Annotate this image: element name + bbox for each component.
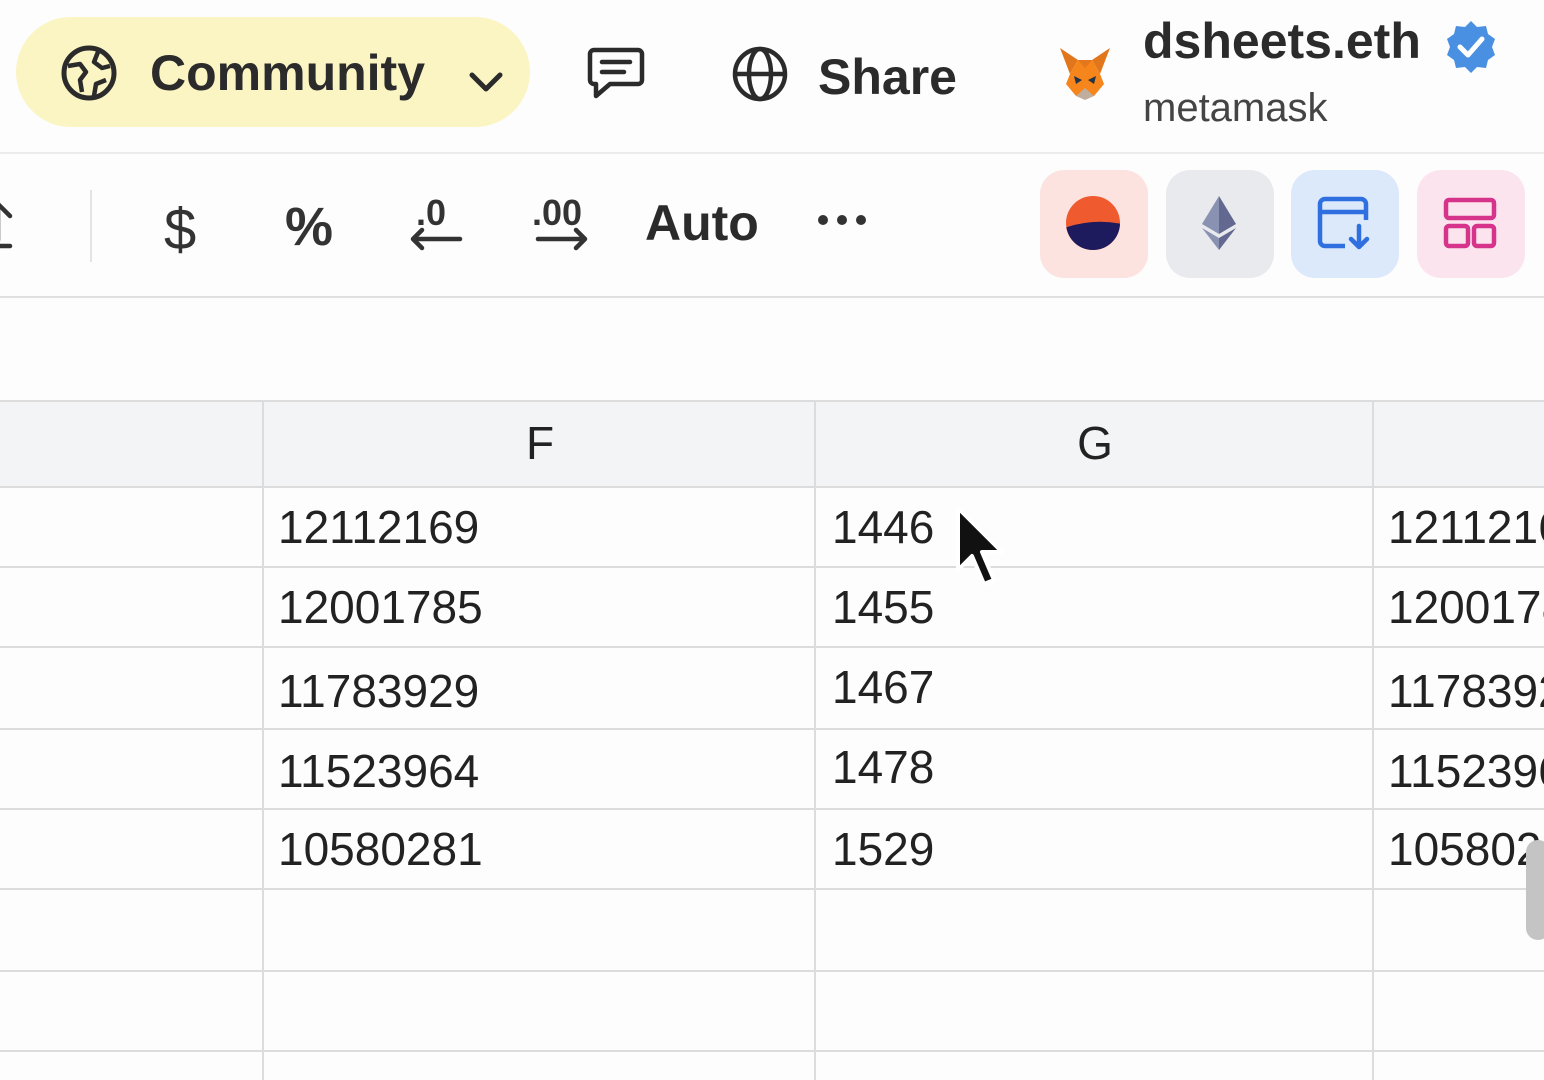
ens-name[interactable]: dsheets.eth xyxy=(1143,12,1421,70)
cell-h4[interactable]: 11523964 xyxy=(1388,744,1544,798)
verified-badge-icon xyxy=(1447,21,1495,73)
chevron-down-icon xyxy=(469,72,503,92)
row-divider xyxy=(0,728,1544,730)
cell-f1[interactable]: 12112169 xyxy=(278,500,479,554)
row-divider xyxy=(0,808,1544,810)
top-bar: Community Share dsheets.eth metamask xyxy=(0,0,1544,154)
comment-icon[interactable] xyxy=(586,44,646,100)
row-divider xyxy=(0,888,1544,890)
number-format-dropdown[interactable]: Auto xyxy=(645,194,759,252)
cell-g4[interactable]: 1478 xyxy=(832,740,934,794)
cell-f5[interactable]: 10580281 xyxy=(278,822,483,876)
cell-g2[interactable]: 1455 xyxy=(832,580,934,634)
app-button-calendar[interactable] xyxy=(1291,170,1399,278)
column-header-f[interactable]: F xyxy=(264,416,816,470)
row-divider xyxy=(0,1050,1544,1052)
format-toolbar: $ % .0 .00 Auto xyxy=(0,154,1544,298)
workspace-selector[interactable]: Community xyxy=(16,17,530,127)
globe-icon xyxy=(61,45,117,101)
spreadsheet-grid: F G 12112169 1446 12112169 12001785 1455… xyxy=(0,400,1544,1080)
cell-f2[interactable]: 12001785 xyxy=(278,580,483,634)
percent-format-button[interactable]: % xyxy=(285,196,333,258)
globe-icon xyxy=(732,46,788,102)
row-divider xyxy=(0,970,1544,972)
vertical-scrollbar[interactable] xyxy=(1526,840,1544,940)
app-button-ethereum[interactable] xyxy=(1166,170,1274,278)
cell-h2[interactable]: 12001785 xyxy=(1388,580,1544,634)
share-label: Share xyxy=(818,49,957,105)
increase-decimal-button[interactable]: .00 xyxy=(532,192,592,254)
app-button-layout[interactable] xyxy=(1417,170,1525,278)
calendar-download-icon xyxy=(1317,196,1370,250)
upload-icon[interactable] xyxy=(0,200,20,252)
column-divider xyxy=(814,400,816,1080)
wallet-name: metamask xyxy=(1143,86,1328,130)
column-divider xyxy=(1372,400,1374,1080)
metamask-fox-icon[interactable] xyxy=(1056,44,1114,100)
cell-f3[interactable]: 11783929 xyxy=(278,664,479,718)
column-divider xyxy=(262,400,264,1080)
row-divider xyxy=(0,566,1544,568)
cell-h3[interactable]: 11783929 xyxy=(1388,664,1544,718)
cell-g3[interactable]: 1467 xyxy=(832,660,934,714)
cell-g1[interactable]: 1446 xyxy=(832,500,934,554)
arrow-right-icon xyxy=(535,227,588,251)
workspace-label: Community xyxy=(150,45,425,101)
arrow-left-icon xyxy=(410,227,463,251)
row-divider xyxy=(0,646,1544,648)
cell-g5[interactable]: 1529 xyxy=(832,822,934,876)
cell-h1[interactable]: 12112169 xyxy=(1388,500,1544,554)
currency-format-button[interactable]: $ xyxy=(164,196,196,263)
cell-f4[interactable]: 11523964 xyxy=(278,744,479,798)
mouse-pointer-icon xyxy=(956,506,1004,586)
toolbar-divider xyxy=(90,190,92,262)
cell-h5[interactable]: 10580281 xyxy=(1388,822,1544,876)
app-button-sunset[interactable] xyxy=(1040,170,1148,278)
more-icon[interactable] xyxy=(815,208,869,232)
layout-icon xyxy=(1443,197,1497,249)
share-button[interactable]: Share xyxy=(730,44,970,106)
ethereum-icon xyxy=(1202,196,1236,250)
column-header-g[interactable]: G xyxy=(816,416,1374,470)
sunset-app-icon xyxy=(1066,196,1120,250)
column-header-row: F G xyxy=(0,400,1544,488)
decrease-decimal-button[interactable]: .0 xyxy=(408,192,464,254)
